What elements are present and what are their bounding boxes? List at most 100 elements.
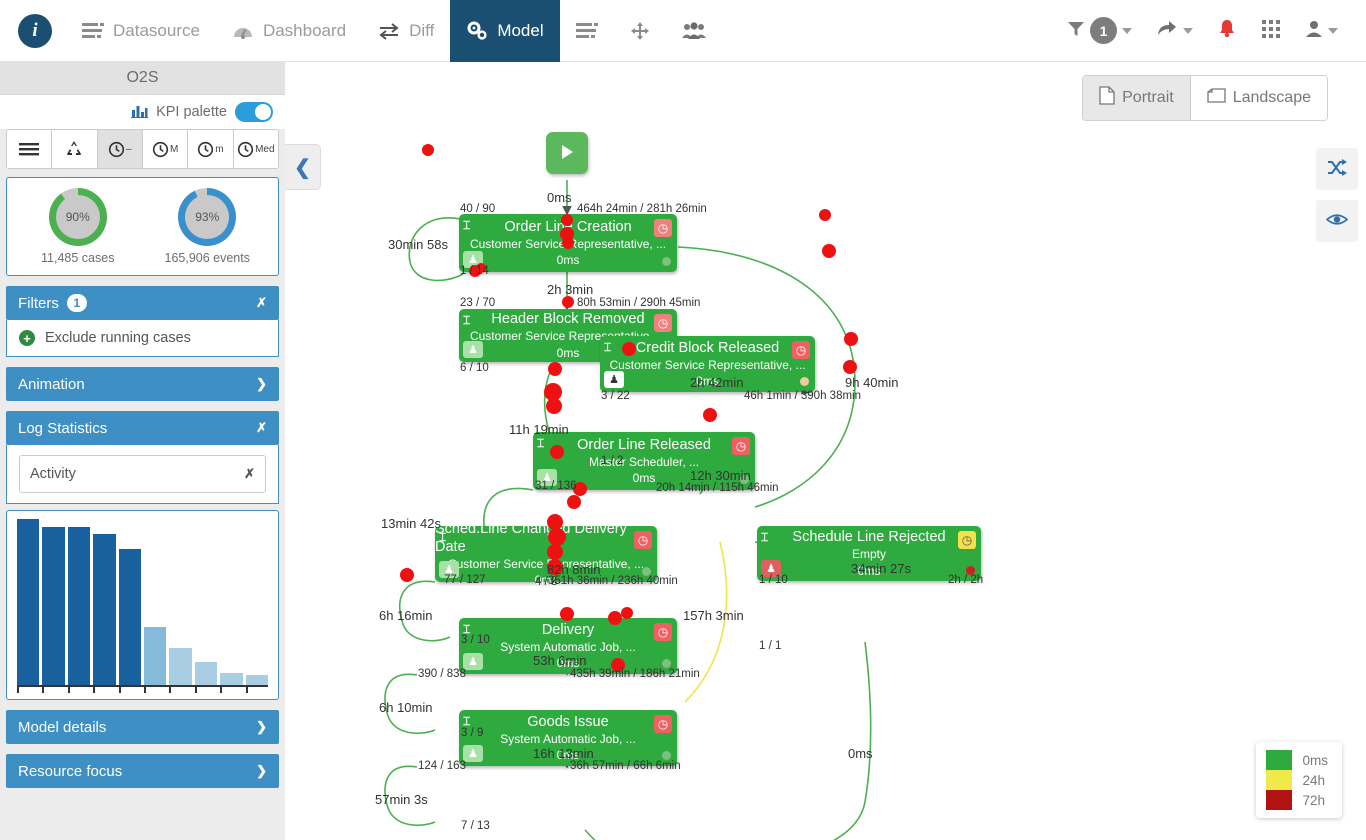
chevron-down-icon: ✗ (256, 295, 267, 310)
nav-item-people[interactable] (666, 0, 722, 62)
edge-label: 30min 58s (388, 237, 448, 252)
panel-title-animation: Animation (18, 375, 85, 393)
list-badge-icon: ⌶ (439, 530, 447, 544)
share-menu-button[interactable] (1146, 0, 1203, 62)
chevron-down-icon (1328, 27, 1338, 34)
nav-item-datasource[interactable]: Datasource (66, 0, 216, 62)
clock-badge-icon: ◷ (634, 531, 652, 549)
cases-donut-chart: 90% (48, 188, 107, 246)
user-icon (1305, 20, 1323, 41)
edge-label: 1 / 10 (759, 574, 788, 586)
orientation-toggle-group: Portrait Landscape (1082, 75, 1328, 121)
edge-label: 3 / 22 (601, 390, 630, 402)
metric-button-recycle[interactable] (52, 130, 98, 168)
top-navigation-bar: i Datasource Dashboard Diff Model 1 (0, 0, 1366, 62)
metric-button-clock-min[interactable]: m (188, 130, 234, 168)
datasource-icon (82, 22, 104, 40)
filter-menu-button[interactable]: 1 (1057, 0, 1142, 62)
bar-5[interactable] (118, 548, 142, 685)
node-name: Order Line Released (577, 436, 711, 453)
metric-button-clock-mean[interactable]: – (97, 130, 143, 168)
tick-4 (93, 687, 115, 693)
edge-label: 23 / 70 (460, 297, 496, 309)
bar-2[interactable] (42, 527, 65, 685)
panel-header-model-details[interactable]: Model details ❯ (6, 710, 279, 744)
tick-2 (42, 687, 64, 693)
chevron-right-icon: ❯ (256, 719, 267, 734)
kpi-palette-label: KPI palette (156, 104, 227, 120)
start-node[interactable] (546, 132, 588, 174)
edge-label-end: 0ms (848, 746, 873, 761)
tick-9 (220, 687, 242, 693)
chevron-right-icon: ❯ (256, 376, 267, 391)
edge-label: 36h 57min / 66h 6min (570, 760, 681, 772)
visibility-button[interactable] (1316, 200, 1358, 242)
metric-button-group: – M m Med (6, 129, 279, 169)
legend-row: 0ms (1266, 750, 1328, 770)
legend-swatch-red (1266, 790, 1293, 810)
metric-button-clock-median[interactable]: Med (233, 130, 278, 168)
cases-caption: 11,485 cases (41, 251, 115, 265)
clock-badge-icon: ◷ (958, 531, 976, 549)
diff-icon (378, 22, 400, 40)
nav-label-model: Model (497, 21, 544, 40)
nav-item-model[interactable]: Model (450, 0, 560, 62)
panel-header-animation[interactable]: Animation ❯ (6, 367, 279, 401)
legend-label-72h: 72h (1302, 792, 1326, 808)
portrait-button[interactable]: Portrait (1083, 76, 1191, 120)
log-statistics-select[interactable]: Activity ✗ (19, 455, 266, 493)
node-name: Schedule Line Rejected (792, 529, 946, 546)
panel-title-resource-focus: Resource focus (18, 762, 123, 780)
app-logo[interactable]: i (0, 0, 66, 61)
bar-4[interactable] (93, 533, 116, 685)
shuffle-button[interactable] (1316, 148, 1358, 190)
node-duration: 0ms (632, 471, 656, 486)
node-name: Goods Issue (527, 713, 609, 730)
edge-label: 57min 3s (375, 792, 428, 807)
metric-button-menu[interactable] (7, 130, 53, 168)
panel-header-log-statistics[interactable]: Log Statistics ✗ (6, 411, 279, 445)
landscape-button[interactable]: Landscape (1190, 76, 1327, 120)
edge-label: 7 / 13 (461, 820, 490, 832)
legend-label-0ms: 0ms (1302, 752, 1328, 768)
bar-6[interactable] (144, 626, 167, 685)
bar-10[interactable] (245, 675, 269, 685)
notifications-button[interactable] (1207, 0, 1247, 62)
edge-label: 435h 39min / 186h 21min (570, 668, 700, 680)
apps-button[interactable] (1251, 0, 1291, 62)
clock-badge-icon: ◷ (654, 715, 672, 733)
nav-item-move[interactable] (614, 0, 666, 62)
node-order-line-creation[interactable]: ⌶ ◷ ♟ Order Line Creation Customer Servi… (459, 214, 677, 272)
bar-3[interactable] (67, 527, 91, 685)
chevron-down-icon: ✗ (256, 420, 267, 435)
user-menu-button[interactable] (1295, 0, 1348, 62)
node-resource: Customer Service Representative, ... (447, 556, 645, 571)
bar-9[interactable] (220, 673, 243, 685)
kpi-donut-card: 90% 11,485 cases 93% 165,906 events (6, 177, 279, 276)
metric-button-clock-max[interactable]: M (142, 130, 189, 168)
bar-8[interactable] (194, 661, 218, 685)
edge-label: 6h 10min (379, 700, 433, 715)
edge-label: 1 / 2 (601, 455, 624, 467)
nav-item-diff[interactable]: Diff (362, 0, 450, 62)
edge-label: 40 / 90 (460, 203, 496, 215)
edge-label: 6 / 10 (460, 362, 489, 374)
kpi-palette-toggle[interactable] (235, 102, 273, 122)
bar-1[interactable] (17, 519, 40, 685)
node-name: Header Block Removed (491, 311, 645, 328)
bar-7[interactable] (169, 648, 192, 685)
panel-header-filters[interactable]: Filters 1 ✗ (6, 286, 279, 320)
tick-5 (118, 687, 141, 693)
process-map-canvas[interactable]: ❮ Portrait Landscape 0ms 24h 72h ⌶ ◷ ♟ O… (285, 62, 1366, 840)
edge-label: 1 / 14 (460, 265, 489, 277)
panel-animation: Animation ❯ (6, 367, 279, 401)
nav-item-list[interactable] (560, 0, 614, 62)
nav-label-dashboard: Dashboard (262, 21, 347, 40)
filter-exclude-running-cases[interactable]: + Exclude running cases (19, 330, 266, 346)
clock-badge-icon: ◷ (654, 623, 672, 641)
nav-item-dashboard[interactable]: Dashboard (216, 0, 362, 62)
sidebar-collapse-button[interactable]: ❮ (285, 144, 321, 190)
metric-sup-mean: – (126, 143, 132, 155)
panel-header-resource-focus[interactable]: Resource focus ❯ (6, 754, 279, 788)
